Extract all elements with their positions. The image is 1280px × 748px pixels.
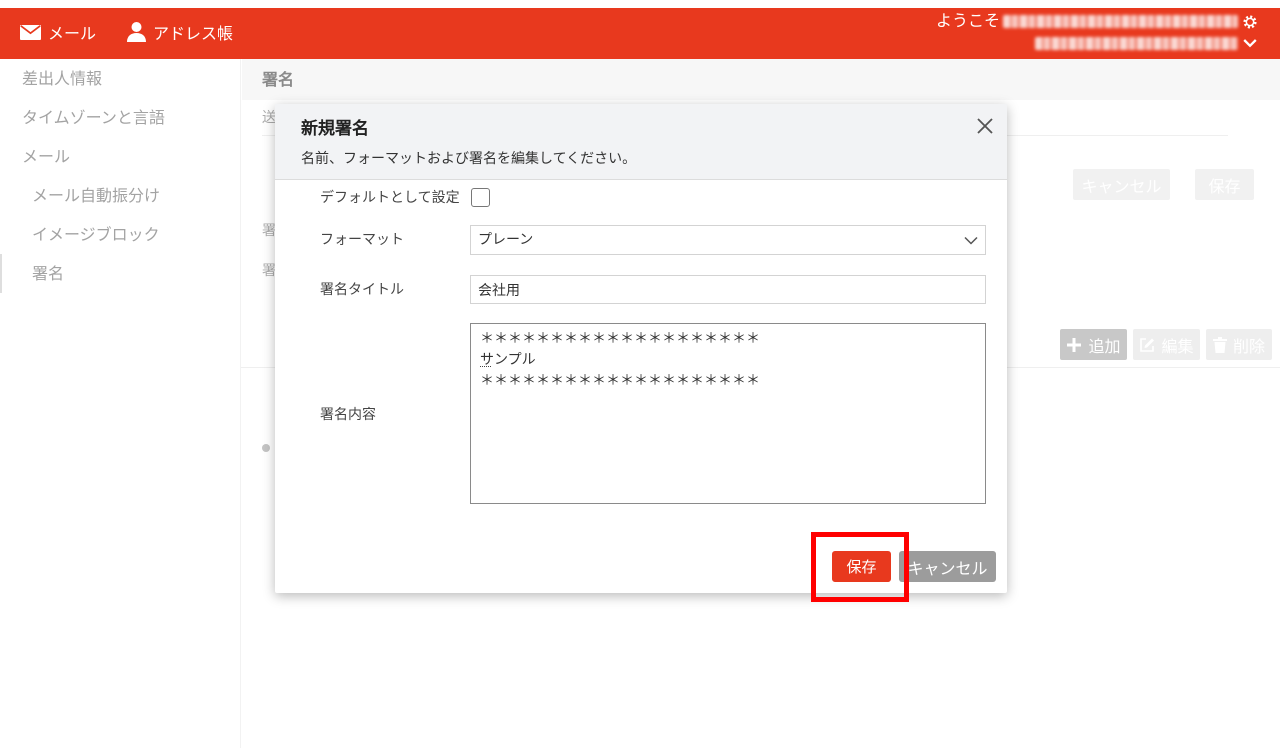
edit-signature-label: 編集 — [1161, 336, 1194, 356]
page-title: 署名 — [262, 70, 295, 89]
gear-icon[interactable] — [1243, 15, 1257, 29]
person-icon — [127, 22, 146, 42]
signature-title-input[interactable] — [470, 275, 986, 304]
nav-address-book[interactable]: アドレス帳 — [127, 8, 233, 56]
signature-title-label: 署名タイトル — [320, 282, 404, 298]
page-title-bar: 署名 — [242, 59, 1280, 100]
default-setting-label: デフォルトとして設定 — [320, 190, 460, 206]
format-label: フォーマット — [320, 232, 404, 248]
partial-label: 署 — [262, 223, 276, 239]
redacted-user-name — [1003, 15, 1238, 28]
redacted-user-email — [1035, 37, 1238, 50]
plus-icon — [1066, 337, 1082, 353]
delete-signature-button[interactable]: 削除 — [1206, 329, 1272, 360]
chevron-down-icon — [964, 236, 978, 245]
nav-address-book-label: アドレス帳 — [153, 24, 234, 43]
default-checkbox[interactable] — [471, 188, 490, 207]
sidebar-item-signature[interactable]: 署名 — [0, 254, 240, 293]
list-item-bullet — [262, 444, 270, 452]
nav-mail-label: メール — [48, 24, 97, 43]
signature-content-line: サンプル — [480, 352, 536, 368]
dialog-header: 新規署名 名前、フォーマットおよび署名を編集してください。 — [275, 104, 1007, 180]
settings-sidebar: 差出人情報 タイムゾーンと言語 メール メール自動振分け イメージブロック 署名 — [0, 59, 241, 748]
close-icon[interactable] — [977, 118, 993, 134]
sidebar-item-sender-info[interactable]: 差出人情報 — [0, 59, 240, 98]
mail-icon — [20, 24, 41, 40]
add-signature-label: 追加 — [1088, 336, 1121, 356]
partial-label: 署 — [262, 263, 276, 279]
new-signature-dialog: 新規署名 名前、フォーマットおよび署名を編集してください。 デフォルトとして設定… — [275, 104, 1007, 593]
chevron-down-icon[interactable] — [1243, 38, 1257, 48]
sidebar-item-image-block[interactable]: イメージブロック — [0, 215, 240, 254]
partial-label: 送 — [262, 110, 276, 126]
input-composition-underline — [480, 366, 491, 367]
delete-signature-label: 削除 — [1232, 336, 1265, 356]
form-cancel-button[interactable]: キャンセル — [1073, 169, 1170, 200]
edit-icon — [1139, 337, 1155, 353]
sidebar-item-mail-filter[interactable]: メール自動振分け — [0, 176, 240, 215]
form-save-button[interactable]: 保存 — [1195, 169, 1254, 200]
format-select-value: プレーン — [478, 232, 534, 248]
top-navigation-bar: メール アドレス帳 ようこそ — [0, 8, 1280, 59]
add-signature-button[interactable]: 追加 — [1060, 329, 1127, 360]
sidebar-item-mail[interactable]: メール — [0, 137, 240, 176]
edit-signature-button[interactable]: 編集 — [1133, 329, 1200, 360]
nav-mail[interactable]: メール — [20, 8, 96, 56]
signature-content-label: 署名内容 — [320, 407, 376, 423]
format-select[interactable]: プレーン — [470, 225, 986, 255]
trash-icon — [1212, 336, 1227, 353]
signature-content-line: ＊＊＊＊＊＊＊＊＊＊＊＊＊＊＊＊＊＊＊＊ — [480, 331, 760, 347]
signature-content-line: ＊＊＊＊＊＊＊＊＊＊＊＊＊＊＊＊＊＊＊＊ — [480, 373, 760, 389]
welcome-label: ようこそ — [936, 11, 1001, 30]
dialog-subtitle: 名前、フォーマットおよび署名を編集してください。 — [301, 151, 637, 167]
dialog-title: 新規署名 — [301, 119, 369, 139]
save-button[interactable]: 保存 — [832, 551, 891, 582]
cancel-button[interactable]: キャンセル — [899, 551, 996, 582]
signature-content-textarea[interactable]: ＊＊＊＊＊＊＊＊＊＊＊＊＊＊＊＊＊＊＊＊ サンプル ＊＊＊＊＊＊＊＊＊＊＊＊＊＊… — [470, 323, 986, 504]
sidebar-item-timezone-language[interactable]: タイムゾーンと言語 — [0, 98, 240, 137]
